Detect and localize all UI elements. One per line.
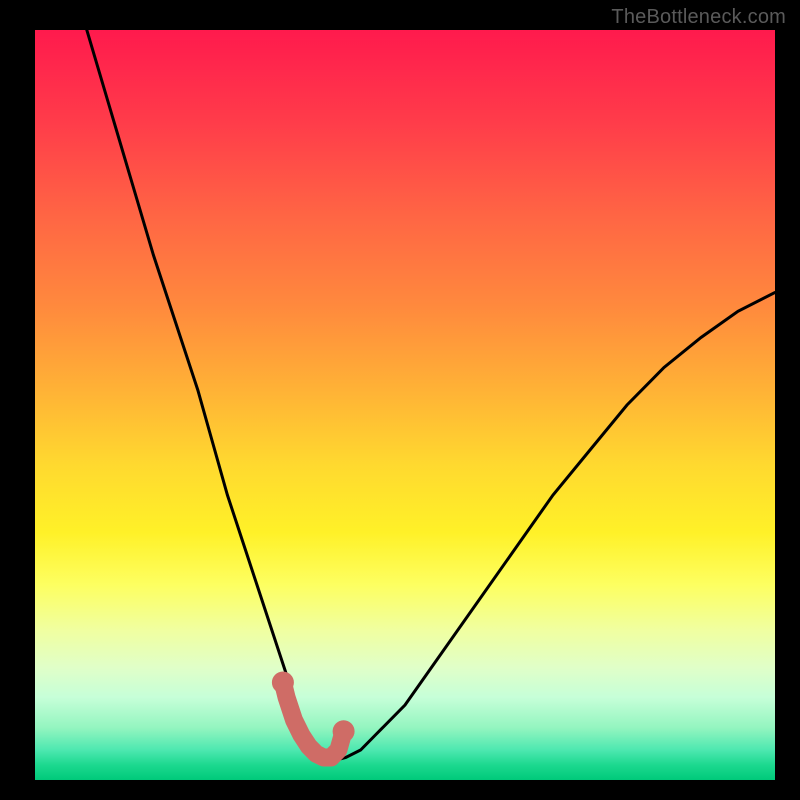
chart-frame: TheBottleneck.com [0, 0, 800, 800]
plot-area [35, 30, 775, 780]
highlight-end-dot [272, 672, 294, 694]
curve-layer [35, 30, 775, 780]
highlight-segment [283, 683, 344, 758]
highlight-end-dot [333, 720, 355, 742]
watermark-text: TheBottleneck.com [611, 6, 786, 29]
bottleneck-curve [87, 30, 775, 761]
